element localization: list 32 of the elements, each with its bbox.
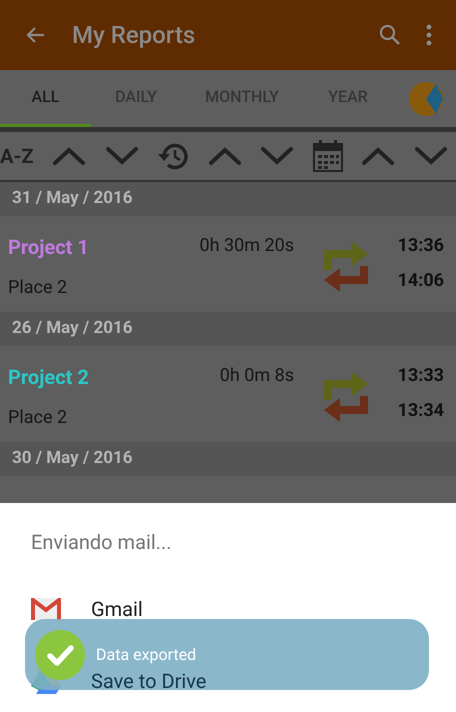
end-time: 14:06 (398, 269, 444, 293)
date-header: 30 / May / 2016 (0, 442, 456, 476)
swap-arrows-icon (322, 240, 370, 294)
sort-down-icon[interactable] (414, 146, 448, 166)
check-circle-icon (35, 630, 85, 680)
sheet-title: Enviando mail... (31, 529, 172, 556)
sort-up-icon[interactable] (208, 146, 242, 166)
project-name: Project 2 (8, 364, 90, 391)
start-time: 13:33 (398, 364, 444, 388)
sort-up-icon[interactable] (361, 146, 396, 166)
toast-message: Data exported (96, 644, 196, 666)
date-header: 31 / May / 2016 (0, 182, 456, 216)
history-icon[interactable] (157, 141, 190, 171)
sort-label[interactable]: A-Z (0, 141, 34, 171)
project-name: Project 1 (8, 234, 90, 261)
envelope-m-icon (31, 598, 61, 620)
sort-down-icon[interactable] (104, 146, 139, 166)
tab[interactable]: ALL (0, 70, 91, 127)
place-name: Place 2 (8, 276, 68, 300)
sort-down-icon[interactable] (260, 146, 294, 166)
duration: 0h 30m 20s (198, 234, 294, 258)
search-icon[interactable] (378, 23, 402, 47)
duration: 0h 0m 8s (218, 364, 294, 388)
date-header: 26 / May / 2016 (0, 312, 456, 346)
end-time: 13:34 (398, 399, 444, 423)
sort-up-icon[interactable] (52, 146, 86, 166)
more-menu-icon[interactable] (426, 24, 432, 46)
calendar-icon[interactable] (312, 140, 343, 172)
swap-arrows-icon (322, 370, 370, 424)
screen-title: My Reports (72, 20, 196, 51)
start-time: 13:36 (398, 234, 444, 258)
place-name: Place 2 (8, 406, 68, 430)
